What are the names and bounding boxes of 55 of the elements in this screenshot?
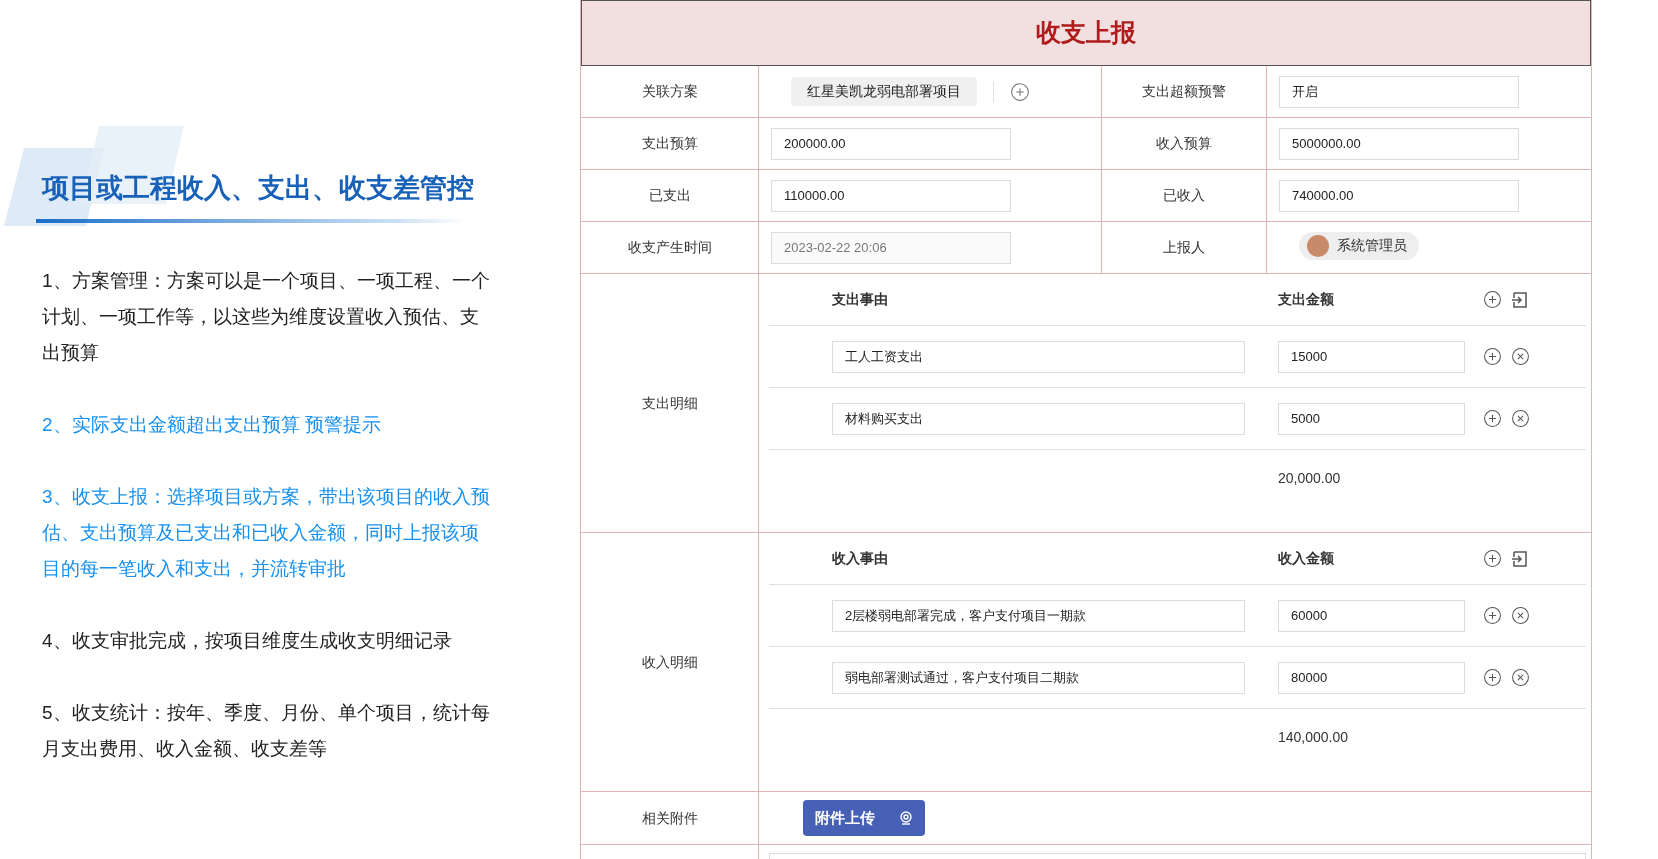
add-icon[interactable] (1483, 409, 1502, 428)
input-field[interactable]: 2层楼弱电部署完成，客户支付项目一期款 (832, 599, 1245, 632)
box-arrow-icon[interactable] (1511, 549, 1529, 568)
input-field[interactable]: 740000.00 (1279, 179, 1519, 212)
add-icon[interactable] (1010, 81, 1030, 102)
feature-description: 1、方案管理：方案可以是一个项目、一项工程、一个计划、一项工作等，以这些为维度设置收入预估、支出预算 (42, 268, 491, 365)
feature-description: 3、收支上报：选择项目或方案，带出该项目的收入预估、支出预算及已支出和已收入金额，同时上报该项目的每一笔收入和支出，并流转审批 (42, 484, 491, 581)
field-label: 收入预算 (1156, 134, 1212, 153)
input-field[interactable]: 200000.00 (771, 127, 1011, 160)
box-arrow-icon[interactable] (1511, 290, 1529, 309)
user-chip: 系统管理员 (1299, 231, 1419, 260)
column-header: 支出金额 (1278, 290, 1335, 309)
input-field[interactable]: 材料购买支出 (832, 402, 1245, 435)
total-amount: 20,000.00 (1278, 470, 1341, 486)
add-icon[interactable] (1483, 290, 1502, 309)
input-field[interactable]: 工人工资支出 (832, 340, 1245, 373)
avatar (1307, 234, 1329, 257)
total-amount: 140,000.00 (1278, 729, 1349, 745)
target-icon (899, 811, 913, 825)
page-title: 项目或工程收入、支出、收支差管控 (42, 172, 475, 205)
input-field[interactable]: 60000 (1278, 599, 1465, 632)
project-tag[interactable]: 红星美凯龙弱电部署项目 (791, 77, 977, 106)
field-label: 关联方案 (641, 82, 698, 101)
input-field[interactable]: 开启 (1279, 75, 1519, 108)
upload-button[interactable]: 附件上传 (803, 800, 925, 836)
field-label: 收支产生时间 (627, 238, 712, 257)
section-label: 支出明细 (641, 393, 698, 413)
form-title: 收支上报 (581, 0, 1591, 66)
column-header: 收入事由 (832, 549, 889, 568)
input-field[interactable]: 弱电部署测试通过，客户支付项目二期款 (832, 661, 1245, 694)
input-field[interactable]: 15000 (1278, 340, 1465, 373)
input-field[interactable]: 110000.00 (771, 179, 1011, 212)
field-label: 已支出 (648, 186, 691, 205)
field-label: 已收入 (1163, 186, 1205, 205)
field-label: 相关附件 (641, 808, 698, 828)
column-header: 支出事由 (832, 290, 889, 309)
add-icon[interactable] (1483, 549, 1502, 568)
feature-description: 2、实际支出金额超出支出预算 预警提示 (42, 412, 382, 437)
feature-description: 5、收支统计：按年、季度、月份、单个项目，统计每月支出费用、收入金额、收支差等 (42, 700, 491, 761)
column-header: 收入金额 (1278, 549, 1335, 568)
add-icon[interactable] (1483, 606, 1502, 625)
feature-description: 4、收支审批完成，按项目维度生成收支明细记录 (42, 628, 453, 653)
input-field[interactable]: 5000 (1278, 402, 1465, 435)
field-label: 支出超额预警 (1142, 82, 1226, 101)
remove-icon[interactable] (1511, 347, 1530, 366)
remove-icon[interactable] (1511, 606, 1530, 625)
add-icon[interactable] (1483, 347, 1502, 366)
field-label: 上报人 (1163, 238, 1205, 257)
remove-icon[interactable] (1511, 409, 1530, 428)
input-field[interactable]: 80000 (1278, 661, 1465, 694)
remove-icon[interactable] (1511, 668, 1530, 687)
section-label: 收入明细 (641, 652, 698, 672)
field-label: 支出预算 (641, 134, 698, 153)
add-icon[interactable] (1483, 668, 1502, 687)
input-field[interactable]: 5000000.00 (1279, 127, 1519, 160)
